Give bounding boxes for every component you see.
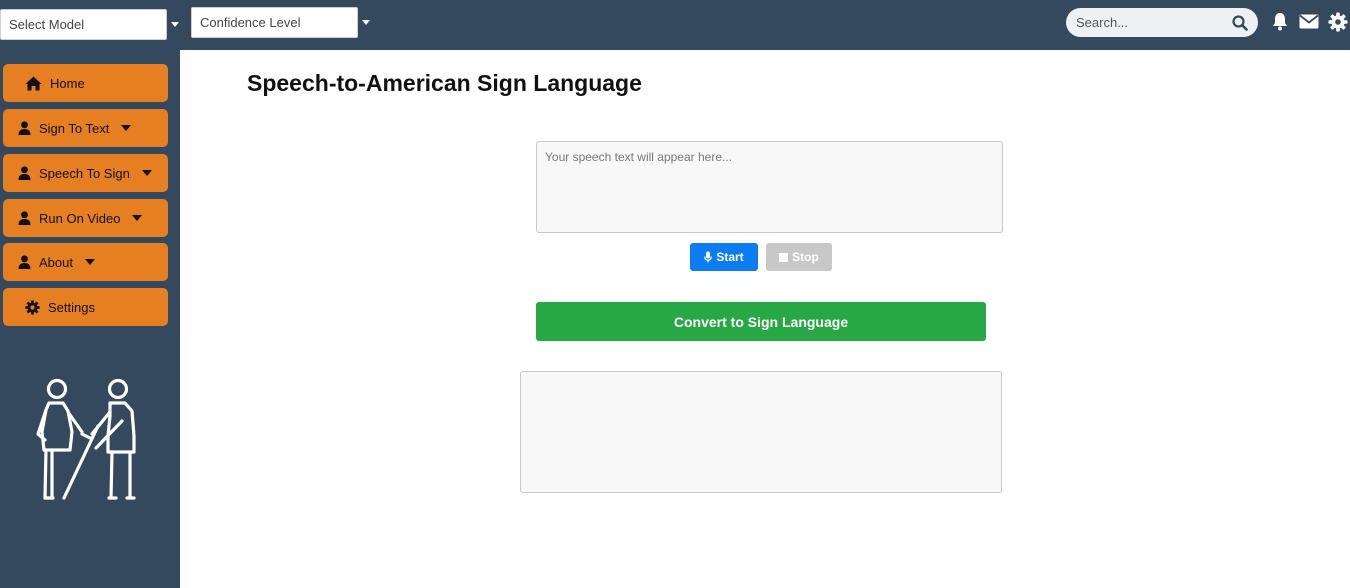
stop-icon <box>779 252 789 262</box>
convert-to-sign-language-button[interactable]: Convert to Sign Language <box>536 302 986 341</box>
sidebar-item-speech-to-sign[interactable]: Speech To Sign <box>3 154 168 192</box>
user-icon <box>18 121 31 135</box>
top-bar: Select Model Confidence Level <box>0 0 1350 50</box>
bell-icon[interactable] <box>1271 12 1289 31</box>
search-icon[interactable] <box>1232 14 1248 31</box>
sidebar-item-about[interactable]: About <box>3 243 168 281</box>
stop-button[interactable]: Stop <box>766 243 832 271</box>
confidence-select-value[interactable]: Confidence Level <box>191 7 358 38</box>
sidebar-item-label: Run On Video <box>39 210 121 226</box>
chevron-down-icon[interactable] <box>171 22 179 27</box>
sign-language-illustration <box>30 376 145 509</box>
search-input[interactable] <box>1076 15 1226 30</box>
start-button[interactable]: Start <box>690 243 758 271</box>
sidebar-item-settings[interactable]: Settings <box>3 288 168 326</box>
search-bar[interactable] <box>1066 8 1258 37</box>
gear-icon[interactable] <box>1328 12 1348 32</box>
chevron-down-icon[interactable] <box>362 20 370 25</box>
gear-icon <box>25 299 40 315</box>
sidebar-item-label: Settings <box>48 299 95 315</box>
user-icon <box>18 211 31 225</box>
sidebar-item-sign-to-text[interactable]: Sign To Text <box>3 109 168 147</box>
home-icon <box>25 76 42 91</box>
stop-label: Stop <box>792 250 819 264</box>
sidebar-item-label: About <box>39 254 73 270</box>
sidebar-item-label: Home <box>50 75 85 91</box>
chevron-down-icon <box>121 125 132 131</box>
sidebar-item-label: Sign To Text <box>39 120 110 136</box>
microphone-icon <box>704 251 713 263</box>
chevron-down-icon <box>84 259 95 265</box>
chevron-down-icon <box>141 170 152 176</box>
sidebar-item-home[interactable]: Home <box>3 64 168 102</box>
sidebar: Home Sign To Text Speech To Sign Run On … <box>0 50 180 588</box>
sidebar-item-run-on-video[interactable]: Run On Video <box>3 199 168 237</box>
model-select-value[interactable]: Select Model <box>0 9 167 40</box>
page-title: Speech-to-American Sign Language <box>247 70 642 96</box>
speech-text-area[interactable] <box>536 141 1003 233</box>
sign-output-area <box>520 371 1002 493</box>
start-label: Start <box>716 250 744 264</box>
user-icon <box>18 166 31 180</box>
model-select[interactable]: Select Model <box>0 9 179 40</box>
sidebar-item-label: Speech To Sign <box>39 165 130 181</box>
envelope-icon[interactable] <box>1299 14 1319 29</box>
user-icon <box>18 255 31 269</box>
chevron-down-icon <box>132 215 143 221</box>
confidence-select[interactable]: Confidence Level <box>191 7 370 38</box>
